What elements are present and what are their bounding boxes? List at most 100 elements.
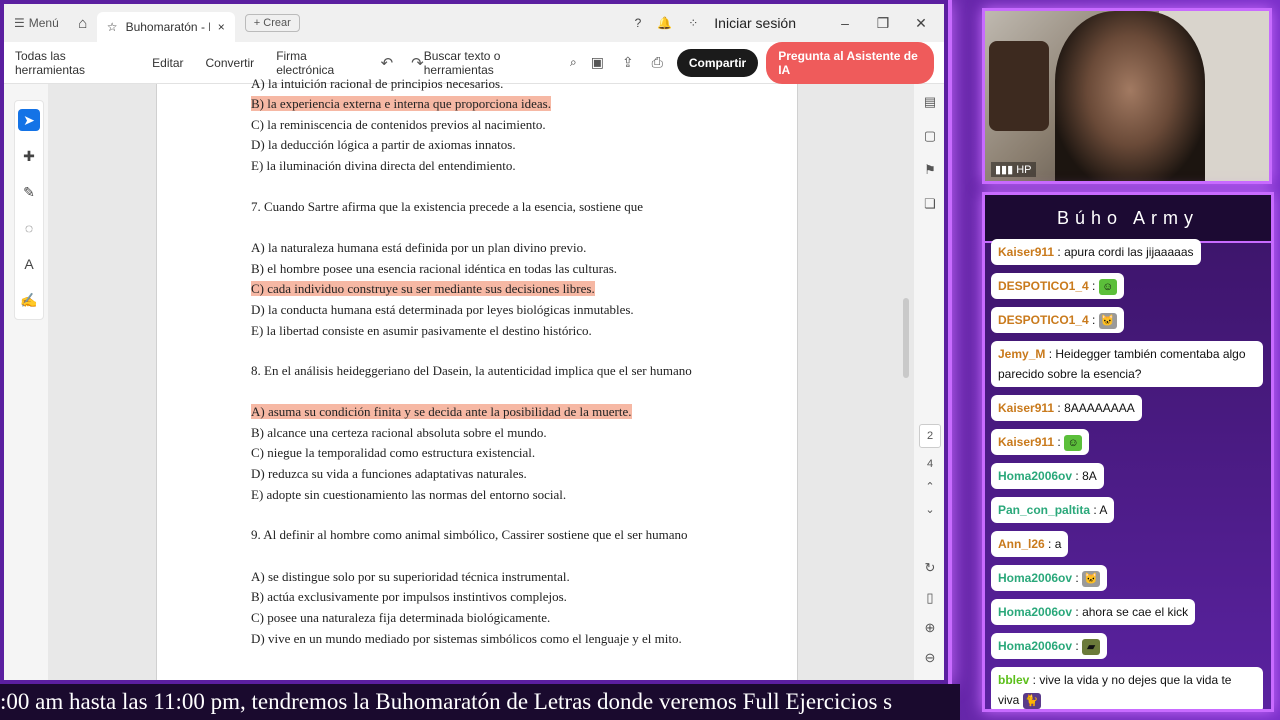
total-pages: 4	[926, 458, 934, 470]
chat-username[interactable]: Homa2006ov	[998, 571, 1072, 585]
document-line: C) niegue la temporalidad como estructur…	[251, 445, 535, 461]
page-navigator: 2 4 ⌃ ⌄	[918, 424, 942, 516]
line-text: B) alcance una certeza racional absoluta…	[251, 425, 547, 440]
webcam-feed: ▮▮▮ HP	[982, 8, 1272, 184]
share-button[interactable]: Compartir	[676, 48, 759, 77]
chat-message: Kaiser911 : ☺	[991, 429, 1090, 455]
menu-button[interactable]: ☰ Menú	[4, 16, 69, 30]
chat-text: 8AAAAAAAA	[1064, 401, 1135, 415]
document-line: B) la experiencia externa e interna que …	[251, 96, 551, 112]
line-text: 7. Cuando Sartre afirma que la existenci…	[251, 199, 643, 214]
chat-message: bblev : vive la vida y no dejes que la v…	[991, 667, 1263, 709]
chat-username[interactable]: Jemy_M	[998, 347, 1045, 361]
chat-text: A	[1099, 503, 1108, 517]
bookmark-icon[interactable]: ⚑	[924, 162, 936, 178]
chat-username[interactable]: Kaiser911	[998, 401, 1054, 415]
undo-icon[interactable]: ↶	[381, 54, 394, 72]
emote-icon: ☺	[1098, 278, 1117, 295]
pdf-page[interactable]: A) la intuición racional de principios n…	[156, 76, 798, 680]
document-line: C) cada individuo construye su ser media…	[251, 281, 595, 297]
zoom-out-icon[interactable]: ⊖	[925, 650, 936, 666]
scroll-thumb[interactable]	[903, 298, 909, 378]
close-window-icon[interactable]: ✕	[910, 15, 932, 32]
search-label: Buscar texto o herramientas	[423, 48, 501, 77]
lasso-icon[interactable]: ◌	[18, 217, 40, 239]
chat-message: DESPOTICO1_4 : ☺	[991, 273, 1124, 299]
page-up-icon[interactable]: ⌃	[925, 480, 934, 493]
redo-icon[interactable]: ↷	[411, 54, 424, 72]
line-text: A) la naturaleza humana está definida po…	[251, 240, 587, 255]
document-line: A) asuma su condición finita y se decida…	[251, 404, 632, 420]
chat-username[interactable]: Kaiser911	[998, 245, 1054, 259]
signature-icon[interactable]: ✍	[18, 289, 40, 311]
apps-icon[interactable]: ⁘	[688, 16, 698, 30]
text-select-icon[interactable]: A	[18, 253, 40, 275]
pages-icon[interactable]: ❏	[924, 196, 936, 212]
page-down-icon[interactable]: ⌄	[925, 503, 934, 516]
pen-icon[interactable]: ✎	[18, 181, 40, 203]
chat-username[interactable]: Ann_l26	[998, 537, 1045, 551]
chat-username[interactable]: DESPOTICO1_4	[998, 313, 1089, 327]
webcam-person	[1055, 11, 1205, 181]
line-text: A) la intuición racional de principios n…	[251, 76, 504, 91]
current-page[interactable]: 2	[919, 424, 941, 448]
zoom-in-icon[interactable]: ⊕	[925, 620, 936, 636]
scrollbar[interactable]	[900, 88, 912, 676]
left-tool-rail: ➤ ✚ ✎ ◌ A ✍	[14, 100, 44, 320]
document-line: D) reduzca su vida a funciones adaptativ…	[251, 466, 527, 482]
document-tab[interactable]: ☆ Buhomaratón - Filos... ×	[96, 12, 235, 42]
close-tab-icon[interactable]: ×	[218, 20, 225, 34]
line-text: D) la conducta humana está determinada p…	[251, 302, 634, 317]
document-area[interactable]: A) la intuición racional de principios n…	[48, 76, 914, 680]
search-tools[interactable]: Buscar texto o herramientas ⌕	[424, 49, 591, 77]
chat-username[interactable]: Homa2006ov	[998, 605, 1072, 619]
chat-username[interactable]: DESPOTICO1_4	[998, 279, 1089, 293]
chat-message: Jemy_M : Heidegger también comentaba alg…	[991, 341, 1263, 387]
emote-icon: ☺	[1064, 434, 1083, 451]
help-icon[interactable]: ?	[635, 16, 642, 30]
document-line: B) el hombre posee una esencia racional …	[251, 261, 617, 277]
chat-message: DESPOTICO1_4 : 🐱	[991, 307, 1124, 333]
chat-messages: Kaiser911 : apura cordi las jijaaaaas DES…	[991, 239, 1269, 709]
fit-page-icon[interactable]: ▯	[926, 590, 933, 606]
chat-text: 8A	[1082, 469, 1097, 483]
tool-all-tools[interactable]: Todas las herramientas	[4, 49, 141, 77]
chat-username[interactable]: Kaiser911	[998, 435, 1054, 449]
star-icon[interactable]: ☆	[107, 20, 118, 34]
document-line: B) alcance una certeza racional absoluta…	[251, 425, 547, 441]
document-line: A) la naturaleza humana está definida po…	[251, 240, 586, 256]
emote-icon: 🐈	[1022, 692, 1041, 709]
tool-edit[interactable]: Editar	[141, 56, 194, 70]
bottom-tools: ↻ ▯ ⊕ ⊖	[918, 560, 942, 666]
line-text: C) posee una naturaleza fija determinada…	[251, 610, 551, 625]
comments-panel-icon[interactable]: ▢	[924, 128, 936, 144]
chat-username[interactable]: Homa2006ov	[998, 469, 1072, 483]
chat-username[interactable]: Pan_con_paltita	[998, 503, 1090, 517]
maximize-icon[interactable]: ❐	[872, 15, 894, 32]
ai-assistant-button[interactable]: Pregunta al Asistente de IA	[766, 41, 934, 84]
highlighted-text: B) la experiencia externa e interna que …	[251, 96, 551, 111]
line-text: B) actúa exclusivamente por impulsos ins…	[251, 589, 567, 604]
cursor-icon[interactable]: ➤	[18, 109, 40, 131]
chat-message: Homa2006ov : ahora se cae el kick	[991, 599, 1196, 625]
print-icon[interactable]: ⎙	[652, 54, 663, 71]
ai-summary-icon[interactable]: ▤	[924, 94, 936, 110]
document-line: C) la reminiscencia de contenidos previo…	[251, 117, 546, 133]
document-line: D) la deducción lógica a partir de axiom…	[251, 137, 516, 153]
minimize-icon[interactable]: –	[834, 15, 856, 31]
refresh-icon[interactable]: ↻	[925, 560, 936, 576]
tool-convert[interactable]: Convertir	[195, 56, 266, 70]
bell-icon[interactable]: 🔔	[657, 16, 672, 30]
home-icon[interactable]: ⌂	[69, 15, 97, 32]
chat-message: Ann_l26 : a	[991, 531, 1069, 557]
comment-icon[interactable]: ✚	[18, 145, 40, 167]
webcam-chair	[989, 41, 1049, 131]
login-link[interactable]: Iniciar sesión	[714, 15, 796, 31]
upload-icon[interactable]: ⇪	[622, 54, 634, 71]
tool-esign[interactable]: Firma electrónica	[265, 49, 372, 77]
chat-message: Kaiser911 : apura cordi las jijaaaaas	[991, 239, 1201, 265]
chat-username[interactable]: bblev	[998, 673, 1029, 687]
chat-username[interactable]: Homa2006ov	[998, 639, 1072, 653]
create-button[interactable]: + Crear	[244, 14, 300, 32]
save-icon[interactable]: ▣	[591, 54, 604, 71]
